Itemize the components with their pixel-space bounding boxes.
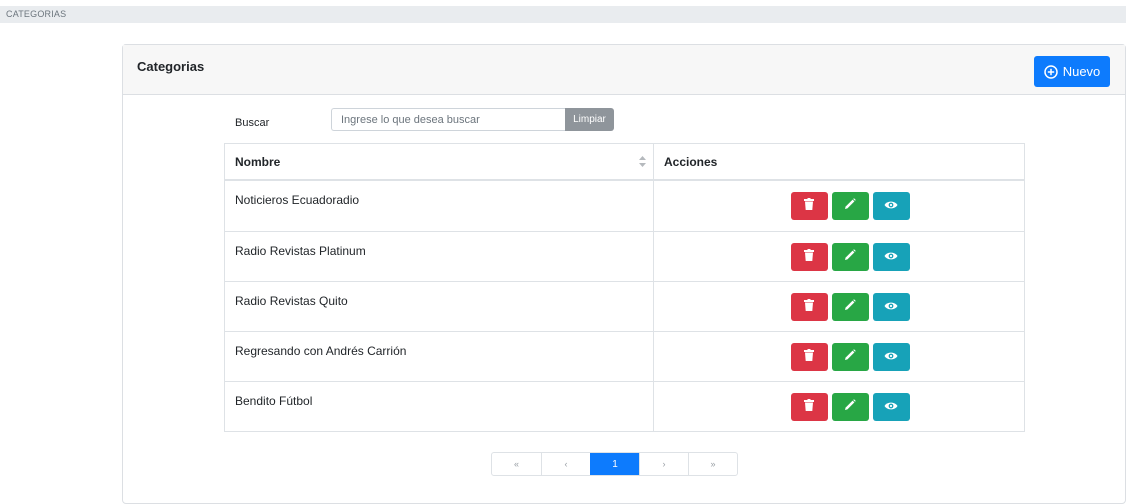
pagination-next[interactable]: › — [639, 453, 688, 475]
sort-icon[interactable] — [639, 156, 646, 170]
trash-icon — [804, 248, 814, 266]
search-label: Buscar — [235, 117, 270, 129]
trash-icon — [804, 348, 814, 366]
edit-button[interactable] — [831, 292, 869, 321]
page-title: Categorias — [137, 59, 205, 74]
cell-nombre: Bendito Fútbol — [225, 382, 654, 431]
table-row: Radio Revistas Platinum — [225, 231, 1024, 281]
trash-icon — [804, 197, 814, 215]
new-button[interactable]: Nuevo — [1034, 56, 1110, 87]
trash-icon — [804, 398, 814, 416]
pencil-icon — [844, 248, 856, 266]
pagination: « ‹ 1 › » — [491, 452, 738, 476]
pagination-last[interactable]: » — [688, 453, 737, 475]
card-header: Categorias Nuevo — [123, 45, 1125, 95]
table-row: Noticieros Ecuadoradio — [225, 181, 1024, 231]
cell-acciones — [654, 282, 1024, 331]
plus-circle-icon — [1043, 64, 1058, 79]
table-body: Noticieros Ecuadoradio Radio Revistas Pl… — [225, 181, 1024, 431]
cell-nombre: Radio Revistas Quito — [225, 282, 654, 331]
delete-button[interactable] — [790, 242, 828, 271]
cell-acciones — [654, 332, 1024, 381]
cell-nombre: Noticieros Ecuadoradio — [225, 181, 654, 231]
edit-button[interactable] — [831, 192, 869, 220]
trash-icon — [804, 298, 814, 316]
pencil-icon — [844, 197, 856, 215]
delete-button[interactable] — [790, 292, 828, 321]
table-row: Regresando con Andrés Carrión — [225, 331, 1024, 381]
view-button[interactable] — [872, 192, 910, 220]
pencil-icon — [844, 298, 856, 316]
edit-button[interactable] — [831, 392, 869, 421]
table-row: Bendito Fútbol — [225, 381, 1024, 431]
eye-icon — [884, 197, 898, 215]
pagination-prev[interactable]: ‹ — [541, 453, 590, 475]
breadcrumb: CATEGORIAS — [0, 6, 1126, 23]
column-header-label: Nombre — [235, 154, 281, 169]
column-header-acciones: Acciones — [664, 154, 718, 169]
categories-table: Nombre Acciones Noticieros Ecuadoradio R… — [224, 143, 1025, 432]
edit-button[interactable] — [831, 242, 869, 271]
view-button[interactable] — [872, 292, 910, 321]
pencil-icon — [844, 348, 856, 366]
column-header-nombre[interactable]: Nombre — [225, 144, 654, 179]
table-row: Radio Revistas Quito — [225, 281, 1024, 331]
new-button-label: Nuevo — [1062, 64, 1101, 79]
cell-acciones — [654, 382, 1024, 431]
clear-button[interactable]: Limpiar — [565, 108, 614, 131]
eye-icon — [884, 248, 898, 266]
delete-button[interactable] — [790, 192, 828, 220]
view-button[interactable] — [872, 392, 910, 421]
view-button[interactable] — [872, 342, 910, 371]
view-button[interactable] — [872, 242, 910, 271]
cell-nombre: Radio Revistas Platinum — [225, 232, 654, 281]
search-input[interactable] — [331, 108, 565, 131]
table-header: Nombre Acciones — [225, 144, 1024, 181]
cell-nombre: Regresando con Andrés Carrión — [225, 332, 654, 381]
eye-icon — [884, 298, 898, 316]
pagination-first[interactable]: « — [492, 453, 541, 475]
delete-button[interactable] — [790, 342, 828, 371]
cell-acciones — [654, 181, 1024, 231]
delete-button[interactable] — [790, 392, 828, 421]
eye-icon — [884, 398, 898, 416]
cell-acciones — [654, 232, 1024, 281]
edit-button[interactable] — [831, 342, 869, 371]
pagination-page-1[interactable]: 1 — [590, 453, 639, 475]
categories-card: Categorias Nuevo Buscar Limpiar Nombre — [122, 44, 1126, 504]
eye-icon — [884, 348, 898, 366]
pencil-icon — [844, 398, 856, 416]
